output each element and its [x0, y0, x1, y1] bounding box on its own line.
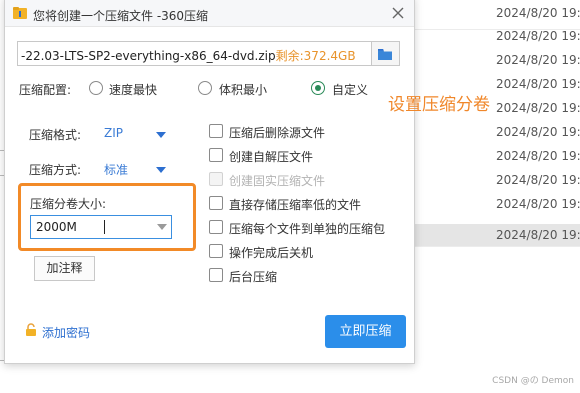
- chevron-down-icon[interactable]: [156, 132, 166, 138]
- browse-folder-button[interactable]: [372, 41, 400, 66]
- method-label: 压缩方式:: [29, 163, 82, 177]
- add-password-link[interactable]: 添加密码: [42, 324, 90, 341]
- radio-fastest[interactable]: [89, 81, 103, 95]
- archive-path-field[interactable]: -22.03-LTS-SP2-everything-x86_64-dvd.zip…: [17, 41, 372, 66]
- checkbox-background-label[interactable]: 后台压缩: [229, 268, 277, 285]
- file-row[interactable]: 2024/8/20 19:4: [410, 193, 580, 215]
- file-row[interactable]: 2024/8/20 19:4: [410, 169, 580, 191]
- radio-smallest-label[interactable]: 体积最小: [219, 81, 267, 98]
- file-date: 2024/8/20 19:4: [496, 197, 580, 211]
- file-row[interactable]: 2024/8/20 19:4: [410, 145, 580, 167]
- file-date: 2024/8/20 19:4: [496, 77, 580, 91]
- file-date: 2024/8/20 19:4: [496, 29, 580, 43]
- checkbox-shutdown[interactable]: [209, 244, 223, 258]
- archive-path-value: -22.03-LTS-SP2-everything-x86_64-dvd.zip: [21, 49, 276, 63]
- dialog-titlebar[interactable]: 您将创建一个压缩文件 -360压缩: [5, 0, 414, 27]
- compress-now-button[interactable]: 立即压缩: [325, 315, 406, 348]
- format-label: 压缩格式:: [29, 128, 82, 142]
- add-comment-button[interactable]: 加注释: [34, 256, 95, 281]
- annotation-text: 设置压缩分卷: [388, 95, 490, 115]
- file-date: 2024/8/20 19:4: [496, 173, 580, 187]
- file-row[interactable]: 2024/8/20 19:4: [410, 25, 580, 47]
- file-date: 2024/8/20 19:4: [496, 6, 580, 20]
- create-archive-dialog: 您将创建一个压缩文件 -360压缩 -22.03-LTS-SP2-everyth…: [4, 0, 415, 364]
- file-date: 2024/8/20 19:4: [496, 125, 580, 139]
- volume-label: 压缩分卷大小:: [30, 197, 107, 211]
- volume-size-value: 2000M: [36, 220, 77, 234]
- checkbox-store-low-ratio-label[interactable]: 直接存储压缩率低的文件: [229, 196, 361, 213]
- checkbox-solid-archive: [209, 172, 223, 186]
- folder-icon: [378, 49, 392, 60]
- format-select[interactable]: ZIP: [104, 126, 123, 140]
- checkbox-separate-archives[interactable]: [209, 220, 223, 234]
- disk-remaining: 剩余:372.4GB: [275, 49, 356, 63]
- checkbox-shutdown-label[interactable]: 操作完成后关机: [229, 244, 313, 261]
- file-row[interactable]: 2024/8/20 19:4: [410, 2, 580, 24]
- file-row-selected[interactable]: 2024/8/20 19:2: [410, 224, 580, 246]
- archive-path-text: -22.03-LTS-SP2-everything-x86_64-dvd.zip…: [21, 47, 356, 64]
- checkbox-solid-archive-label: 创建固实压缩文件: [229, 174, 326, 188]
- checkbox-separate-archives-label[interactable]: 压缩每个文件到单独的压缩包: [229, 220, 385, 237]
- close-button[interactable]: [390, 5, 406, 21]
- archive-icon: [13, 7, 27, 19]
- file-row[interactable]: 2024/8/20 19:4: [410, 49, 580, 71]
- config-label: 压缩配置:: [19, 83, 72, 97]
- chevron-down-icon[interactable]: [157, 224, 167, 230]
- checkbox-delete-source[interactable]: [209, 124, 223, 138]
- radio-custom-label[interactable]: 自定义: [332, 81, 368, 98]
- volume-size-input[interactable]: 2000M: [30, 215, 172, 239]
- method-select[interactable]: 标准: [104, 161, 128, 178]
- file-date: 2024/8/20 19:2: [496, 228, 580, 242]
- radio-fastest-label[interactable]: 速度最快: [109, 81, 157, 98]
- text-caret: [104, 220, 105, 234]
- chevron-down-icon[interactable]: [156, 167, 166, 173]
- csdn-watermark: CSDN @の Demon: [492, 376, 574, 386]
- lock-icon[interactable]: [24, 323, 38, 337]
- dialog-title: 您将创建一个压缩文件 -360压缩: [33, 9, 209, 23]
- file-date: 2024/8/20 19:4: [496, 149, 580, 163]
- radio-custom[interactable]: [311, 81, 325, 95]
- radio-smallest[interactable]: [198, 81, 212, 95]
- file-date: 2024/8/20 19:4: [496, 101, 580, 115]
- checkbox-delete-source-label[interactable]: 压缩后删除源文件: [229, 124, 325, 141]
- file-row[interactable]: 2024/8/20 19:4: [410, 121, 580, 143]
- checkbox-self-extract-label[interactable]: 创建自解压文件: [229, 148, 313, 165]
- file-date: 2024/8/20 19:4: [496, 53, 580, 67]
- checkbox-store-low-ratio[interactable]: [209, 196, 223, 210]
- close-icon: [392, 7, 404, 19]
- checkbox-self-extract[interactable]: [209, 148, 223, 162]
- row-divider: [410, 246, 580, 247]
- checkbox-background[interactable]: [209, 268, 223, 282]
